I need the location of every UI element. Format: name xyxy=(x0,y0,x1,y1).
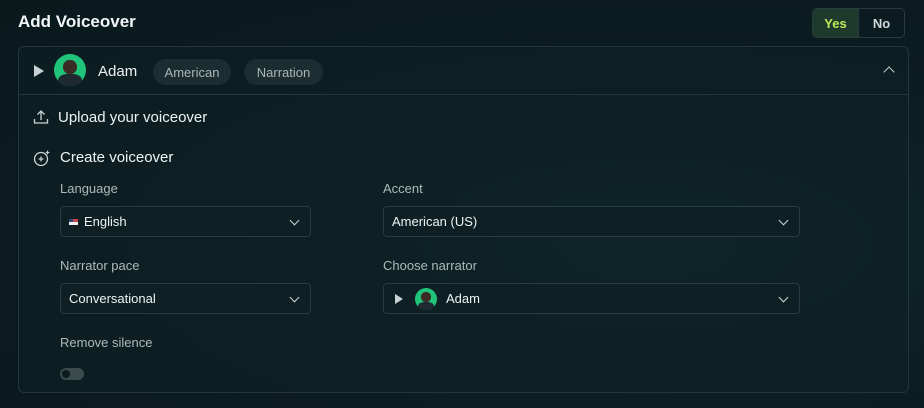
pace-label: Narrator pace xyxy=(60,258,140,273)
chevron-down-icon xyxy=(778,292,789,303)
page-title: Add Voiceover xyxy=(18,12,136,31)
switch-knob xyxy=(62,370,70,378)
language-select[interactable]: English xyxy=(60,206,311,237)
language-value: English xyxy=(84,214,127,229)
narrator-value: Adam xyxy=(446,291,480,306)
chevron-down-icon xyxy=(289,292,300,303)
remove-silence-switch[interactable] xyxy=(60,368,84,380)
chevron-up-icon[interactable] xyxy=(883,66,895,78)
chevron-down-icon xyxy=(289,215,300,226)
voiceover-panel: Adam American Narration Upload your voic… xyxy=(18,46,909,393)
play-icon[interactable] xyxy=(34,65,44,77)
remove-silence-label: Remove silence xyxy=(60,335,153,350)
narrator-card-header[interactable]: Adam American Narration xyxy=(19,47,908,95)
yes-toggle-button[interactable]: Yes xyxy=(813,9,859,37)
pace-select[interactable]: Conversational xyxy=(60,283,311,314)
pace-value: Conversational xyxy=(69,291,156,306)
voiceover-toggle: Yes No xyxy=(812,8,905,38)
narrator-label: Choose narrator xyxy=(383,258,477,273)
upload-voiceover-option[interactable]: Upload your voiceover xyxy=(58,109,207,126)
tag-chip: American xyxy=(153,59,231,85)
tag-chip: Narration xyxy=(244,59,323,85)
avatar xyxy=(54,54,86,86)
language-label: Language xyxy=(60,181,118,196)
upload-icon xyxy=(33,110,49,124)
accent-label: Accent xyxy=(383,181,423,196)
no-toggle-button[interactable]: No xyxy=(859,9,904,37)
narrator-select[interactable]: Adam xyxy=(383,283,800,314)
us-flag-icon xyxy=(69,218,78,225)
accent-value: American (US) xyxy=(392,214,478,229)
chevron-down-icon xyxy=(778,215,789,226)
create-sparkle-icon xyxy=(33,150,50,167)
play-icon[interactable] xyxy=(395,294,403,304)
avatar xyxy=(415,288,437,310)
create-voiceover-option[interactable]: Create voiceover xyxy=(60,149,173,166)
narrator-name: Adam xyxy=(98,63,138,80)
accent-select[interactable]: American (US) xyxy=(383,206,800,237)
